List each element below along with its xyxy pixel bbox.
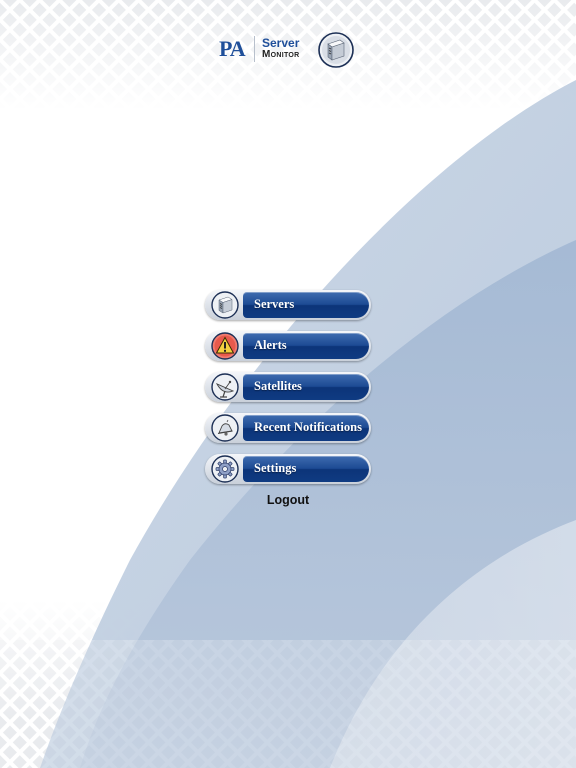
settings-button[interactable]: Settings: [205, 454, 371, 484]
servers-button[interactable]: Servers: [205, 290, 371, 320]
gear-icon: [211, 455, 239, 483]
alert-icon: [211, 332, 239, 360]
recent-notifications-button[interactable]: Recent Notifications: [205, 413, 371, 443]
logout-link[interactable]: Logout: [205, 493, 371, 507]
server-monitor-icon: [318, 32, 354, 68]
app-logo: PA Server Monitor: [216, 30, 360, 70]
logo-product-name: Server Monitor: [262, 36, 300, 60]
satellites-button[interactable]: Satellites: [205, 372, 371, 402]
settings-label: Settings: [254, 461, 297, 475]
logo-brand: PA: [219, 36, 246, 61]
servers-label: Servers: [254, 297, 295, 311]
alerts-label: Alerts: [254, 338, 287, 352]
satellites-label: Satellites: [254, 379, 302, 393]
satellite-dish-icon: [211, 373, 239, 401]
logo-product-line1: Server: [262, 36, 300, 50]
server-icon: [211, 291, 239, 319]
notification-icon: [211, 414, 239, 442]
logo-product-line2: Monitor: [262, 49, 300, 60]
main-menu: Servers Alerts Satellites Recent Notific…: [205, 290, 371, 495]
alerts-button[interactable]: Alerts: [205, 331, 371, 361]
recent-notifications-label: Recent Notifications: [254, 420, 362, 434]
logo-divider: [254, 36, 255, 62]
